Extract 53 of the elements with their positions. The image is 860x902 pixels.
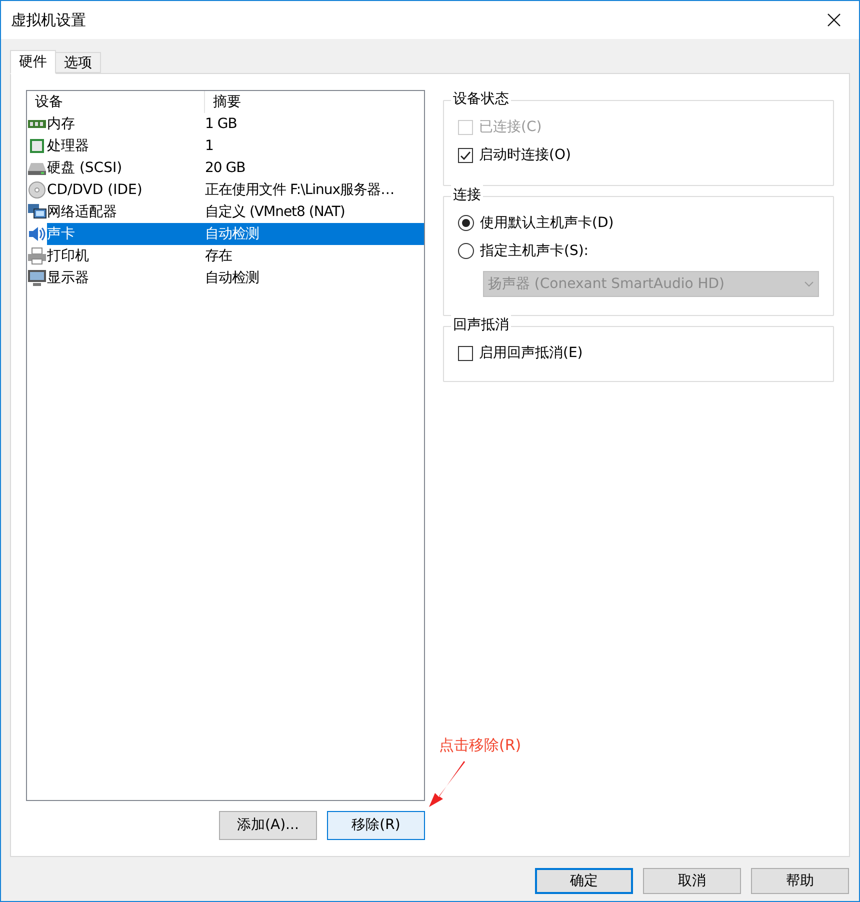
device-name: CD/DVD (IDE) (47, 180, 144, 200)
radio-button[interactable] (458, 215, 474, 231)
checkbox-label: 已连接(C) (478, 118, 542, 136)
checkbox-label: 启用回声抵消(E) (478, 344, 583, 362)
device-name: 声卡 (47, 224, 76, 244)
device-name: 打印机 (47, 246, 90, 266)
speaker-icon (27, 225, 47, 243)
device-row[interactable]: 声卡 自动检测 (47, 223, 424, 245)
radio-button[interactable] (458, 243, 474, 259)
device-summary: 自动检测 (205, 268, 259, 288)
annotation-arrow (427, 759, 467, 809)
close-icon (827, 13, 841, 27)
chip-icon (27, 137, 47, 155)
device-summary: 存在 (205, 246, 232, 266)
device-row[interactable]: 内存 1 GB (47, 113, 424, 135)
device-summary: 1 GB (205, 114, 237, 134)
device-row[interactable]: 网络适配器 自定义 (VMnet8 (NAT) (47, 201, 424, 223)
list-action-button[interactable]: 移除(R) (326, 811, 425, 840)
monitor-icon (27, 269, 47, 287)
device-row[interactable]: CD/DVD (IDE) 正在使用文件 F:\Linux服务器… (47, 179, 424, 201)
device-summary: 1 (205, 136, 214, 156)
list-action-button[interactable]: 添加(A)... (218, 811, 317, 840)
checkbox[interactable] (458, 148, 473, 162)
device-row[interactable]: 硬盘 (SCSI) 20 GB (47, 157, 424, 179)
device-name: 网络适配器 (47, 202, 118, 222)
device-name: 硬盘 (SCSI) (47, 158, 124, 178)
dialog-button[interactable]: 帮助 (751, 868, 849, 894)
network-icon (27, 203, 47, 221)
annotation-text: 点击移除(R) (439, 735, 522, 756)
dialog-button[interactable]: 取消 (643, 868, 741, 894)
tab[interactable]: 选项 (56, 52, 101, 73)
chevron-down-icon (804, 281, 814, 287)
column-header[interactable]: 设备 (27, 91, 205, 113)
device-summary: 自动检测 (205, 224, 259, 244)
device-summary: 正在使用文件 F:\Linux服务器… (205, 180, 394, 200)
device-summary: 自定义 (VMnet8 (NAT) (205, 202, 345, 222)
dropdown-value: 扬声器 (Conexant SmartAudio HD) (488, 274, 725, 294)
device-row[interactable]: 显示器 自动检测 (47, 267, 424, 289)
tab[interactable]: 硬件 (10, 50, 56, 74)
checkbox-label: 启动时连接(O) (478, 146, 571, 164)
checkbox[interactable] (458, 346, 473, 360)
checkmark-icon (460, 150, 471, 160)
dialog-button[interactable]: 确定 (535, 868, 633, 894)
device-row[interactable]: 打印机 存在 (47, 245, 424, 267)
device-summary: 20 GB (205, 158, 246, 178)
device-name: 内存 (47, 114, 76, 134)
radio-label: 指定主机声卡(S): (480, 242, 589, 260)
device-name: 显示器 (47, 268, 90, 288)
window-title: 虚拟机设置 (11, 10, 86, 31)
radio-label: 使用默认主机声卡(D) (480, 214, 614, 232)
device-row[interactable]: 处理器 1 (47, 135, 424, 157)
column-header[interactable]: 摘要 (205, 91, 424, 113)
device-name: 处理器 (47, 136, 90, 156)
